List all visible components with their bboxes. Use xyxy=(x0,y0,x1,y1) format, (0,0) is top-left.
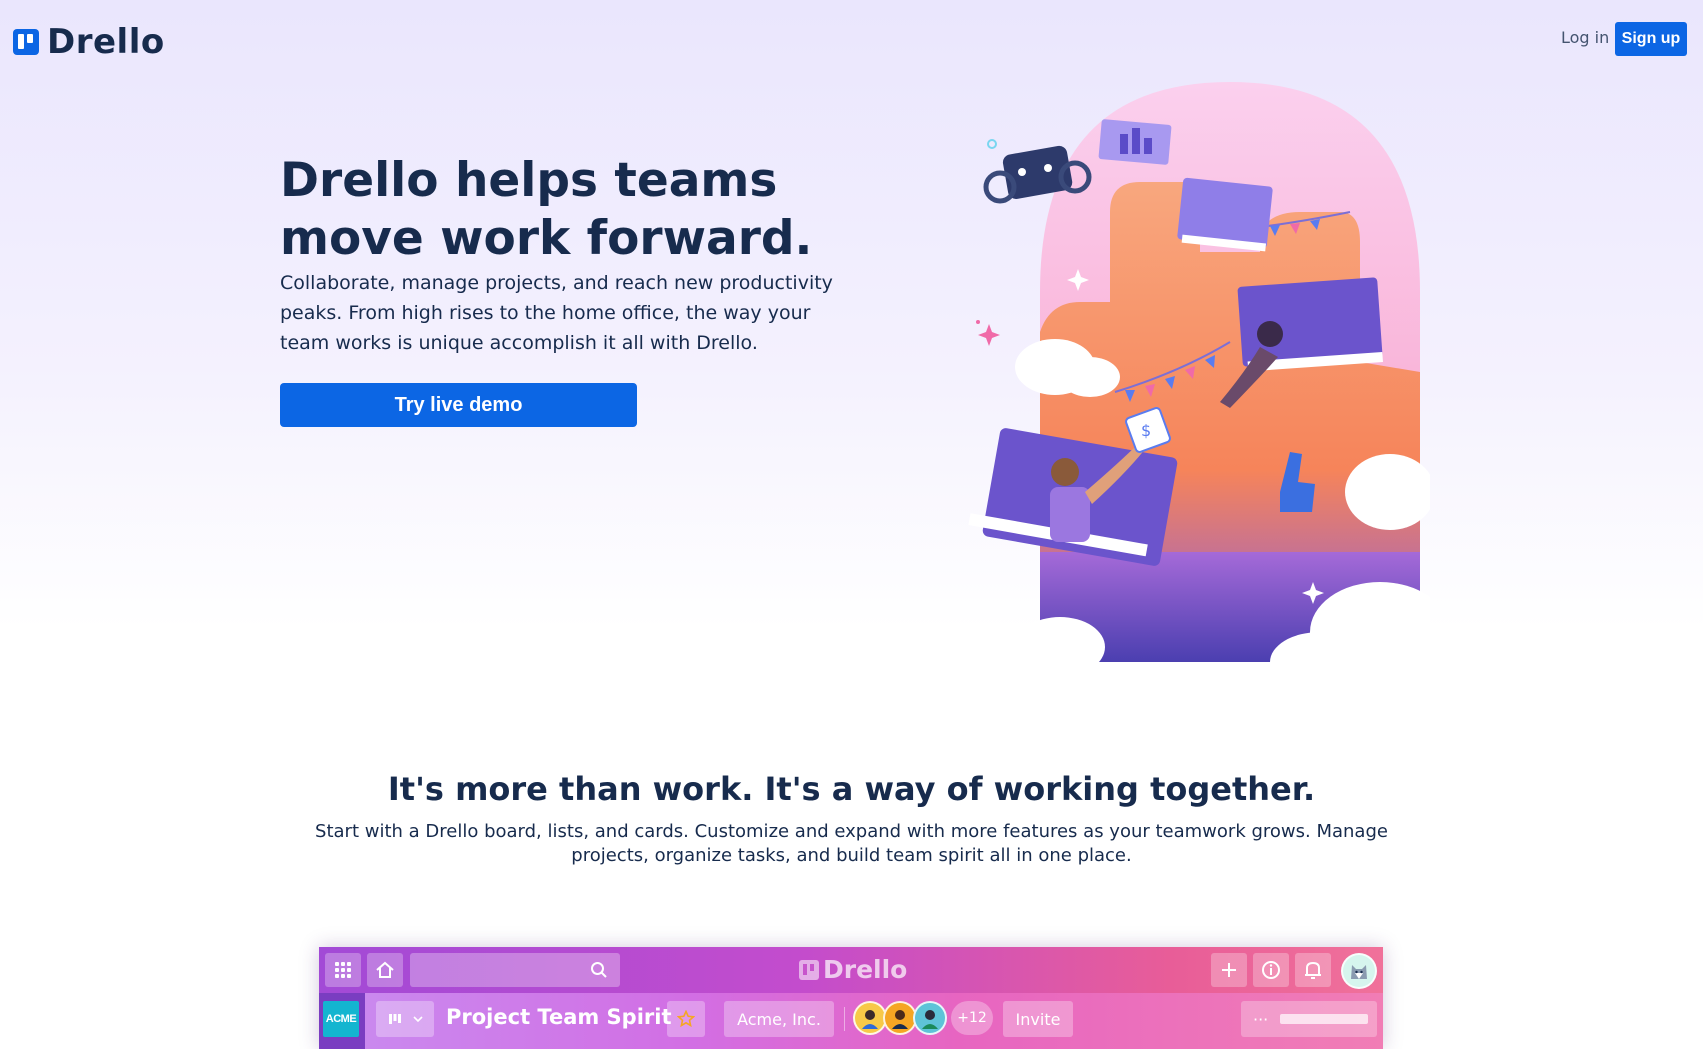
user-avatar[interactable] xyxy=(1341,953,1377,989)
board-view-icon xyxy=(388,1014,401,1024)
star-icon xyxy=(677,1010,695,1028)
member-avatar[interactable] xyxy=(883,1001,917,1035)
app-top-bar: Drello xyxy=(319,947,1383,993)
menu-placeholder-bar xyxy=(1280,1014,1369,1024)
notifications-button[interactable] xyxy=(1295,953,1331,987)
home-button[interactable] xyxy=(367,953,403,987)
drello-logo-icon xyxy=(13,29,39,55)
svg-text:$: $ xyxy=(1141,421,1151,440)
login-link[interactable]: Log in xyxy=(1561,28,1609,47)
grid-icon xyxy=(335,962,351,978)
signup-button[interactable]: Sign up xyxy=(1615,22,1687,56)
hero-title: Drello helps teams move work forward. xyxy=(280,153,813,266)
workspace-badge[interactable]: ACME xyxy=(323,1001,359,1037)
plus-icon xyxy=(1222,963,1236,977)
person-avatar-icon xyxy=(922,1010,938,1029)
section-title: It's more than work. It's a way of worki… xyxy=(387,770,1316,808)
hero-description: Collaborate, manage projects, and reach … xyxy=(280,272,833,354)
logo-text: Drello xyxy=(47,22,165,62)
divider xyxy=(844,1007,845,1031)
board-title[interactable]: Project Team Spirit xyxy=(446,1005,672,1029)
app-logo-text: Drello xyxy=(823,955,908,984)
hero-illustration: $ xyxy=(968,82,1430,662)
info-button[interactable] xyxy=(1253,953,1289,987)
apps-grid-button[interactable] xyxy=(325,953,361,987)
organization-button[interactable]: Acme, Inc. xyxy=(724,1001,834,1037)
info-icon xyxy=(1262,961,1280,979)
more-members-badge[interactable]: +12 xyxy=(951,1001,993,1035)
home-icon xyxy=(376,961,394,978)
board-view-switcher[interactable] xyxy=(376,1001,434,1037)
board-header-bar: ACME Project Team Spirit Acme, Inc. +12 xyxy=(319,993,1383,1049)
board-menu-button[interactable]: ··· xyxy=(1241,1001,1377,1037)
app-logo-icon xyxy=(799,959,819,980)
try-live-demo-button[interactable]: Try live demo xyxy=(280,383,637,427)
board-app-preview: Drello ACME Project Team Spirit Acme, In… xyxy=(319,947,1383,1049)
member-avatar[interactable] xyxy=(913,1001,947,1035)
section-description: Start with a Drello board, lists, and ca… xyxy=(315,821,1388,866)
search-icon xyxy=(590,961,608,983)
husky-avatar-icon xyxy=(1351,965,1367,979)
bell-icon xyxy=(1305,961,1321,979)
site-header: Drello Log in Sign up xyxy=(0,0,1703,80)
invite-button[interactable]: Invite xyxy=(1003,1001,1073,1037)
search-input[interactable] xyxy=(410,953,620,987)
person-avatar-icon xyxy=(892,1010,908,1029)
more-dots-icon: ··· xyxy=(1253,1009,1269,1029)
person-avatar-icon xyxy=(862,1010,878,1029)
drello-logo[interactable]: Drello xyxy=(13,22,165,62)
chevron-down-icon xyxy=(412,1016,423,1023)
create-button[interactable] xyxy=(1211,953,1247,987)
app-logo[interactable]: Drello xyxy=(799,955,907,984)
star-board-button[interactable] xyxy=(667,1001,705,1037)
member-avatar[interactable] xyxy=(853,1001,887,1035)
